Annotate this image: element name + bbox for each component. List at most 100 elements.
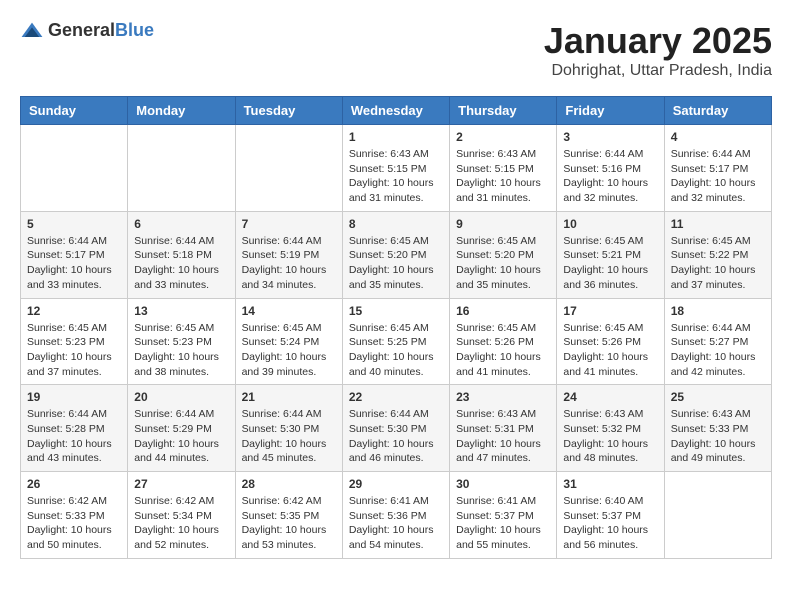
day-number: 27: [134, 477, 228, 491]
calendar-cell: 3 Sunrise: 6:44 AM Sunset: 5:16 PM Daylig…: [557, 125, 664, 212]
day-number: 24: [563, 390, 657, 404]
day-info: Sunrise: 6:45 AM Sunset: 5:25 PM Dayligh…: [349, 321, 443, 380]
calendar-cell: 5 Sunrise: 6:44 AM Sunset: 5:17 PM Daylig…: [21, 211, 128, 298]
day-number: 6: [134, 217, 228, 231]
day-info: Sunrise: 6:43 AM Sunset: 5:15 PM Dayligh…: [456, 147, 550, 206]
calendar-cell: 26 Sunrise: 6:42 AM Sunset: 5:33 PM Dayli…: [21, 472, 128, 559]
calendar-cell: 8 Sunrise: 6:45 AM Sunset: 5:20 PM Daylig…: [342, 211, 449, 298]
calendar-cell: 23 Sunrise: 6:43 AM Sunset: 5:31 PM Dayli…: [450, 385, 557, 472]
calendar-cell: [235, 125, 342, 212]
calendar-week-2: 12 Sunrise: 6:45 AM Sunset: 5:23 PM Dayli…: [21, 298, 772, 385]
calendar-week-1: 5 Sunrise: 6:44 AM Sunset: 5:17 PM Daylig…: [21, 211, 772, 298]
calendar-cell: 17 Sunrise: 6:45 AM Sunset: 5:26 PM Dayli…: [557, 298, 664, 385]
day-number: 16: [456, 304, 550, 318]
calendar-week-3: 19 Sunrise: 6:44 AM Sunset: 5:28 PM Dayli…: [21, 385, 772, 472]
day-info: Sunrise: 6:41 AM Sunset: 5:36 PM Dayligh…: [349, 494, 443, 553]
day-info: Sunrise: 6:44 AM Sunset: 5:28 PM Dayligh…: [27, 407, 121, 466]
calendar-cell: 6 Sunrise: 6:44 AM Sunset: 5:18 PM Daylig…: [128, 211, 235, 298]
day-number: 7: [242, 217, 336, 231]
day-number: 15: [349, 304, 443, 318]
day-number: 13: [134, 304, 228, 318]
logo-text-general: General: [48, 20, 115, 40]
title-block: January 2025 Dohrighat, Uttar Pradesh, I…: [544, 20, 772, 80]
calendar-cell: [21, 125, 128, 212]
day-info: Sunrise: 6:42 AM Sunset: 5:35 PM Dayligh…: [242, 494, 336, 553]
day-number: 4: [671, 130, 765, 144]
header-friday: Friday: [557, 97, 664, 125]
day-info: Sunrise: 6:44 AM Sunset: 5:30 PM Dayligh…: [349, 407, 443, 466]
day-info: Sunrise: 6:40 AM Sunset: 5:37 PM Dayligh…: [563, 494, 657, 553]
page-header: GeneralBlue January 2025 Dohrighat, Utta…: [20, 20, 772, 80]
calendar-cell: 16Sunrise: 6:45 AM Sunset: 5:26 PM Dayli…: [450, 298, 557, 385]
calendar-cell: 24 Sunrise: 6:43 AM Sunset: 5:32 PM Dayli…: [557, 385, 664, 472]
day-info: Sunrise: 6:45 AM Sunset: 5:20 PM Dayligh…: [456, 234, 550, 293]
day-number: 18: [671, 304, 765, 318]
day-number: 17: [563, 304, 657, 318]
day-number: 28: [242, 477, 336, 491]
day-info: Sunrise: 6:45 AM Sunset: 5:23 PM Dayligh…: [27, 321, 121, 380]
calendar-cell: 18 Sunrise: 6:44 AM Sunset: 5:27 PM Dayli…: [664, 298, 771, 385]
calendar-cell: 9Sunrise: 6:45 AM Sunset: 5:20 PM Daylig…: [450, 211, 557, 298]
day-info: Sunrise: 6:42 AM Sunset: 5:33 PM Dayligh…: [27, 494, 121, 553]
day-info: Sunrise: 6:44 AM Sunset: 5:17 PM Dayligh…: [671, 147, 765, 206]
day-info: Sunrise: 6:45 AM Sunset: 5:26 PM Dayligh…: [563, 321, 657, 380]
calendar-cell: 1Sunrise: 6:43 AM Sunset: 5:15 PM Daylig…: [342, 125, 449, 212]
day-info: Sunrise: 6:41 AM Sunset: 5:37 PM Dayligh…: [456, 494, 550, 553]
calendar-header-row: SundayMondayTuesdayWednesdayThursdayFrid…: [21, 97, 772, 125]
day-info: Sunrise: 6:44 AM Sunset: 5:18 PM Dayligh…: [134, 234, 228, 293]
calendar-cell: [128, 125, 235, 212]
calendar-cell: 25Sunrise: 6:43 AM Sunset: 5:33 PM Dayli…: [664, 385, 771, 472]
day-number: 8: [349, 217, 443, 231]
logo-icon: [20, 21, 44, 41]
day-number: 26: [27, 477, 121, 491]
calendar-table: SundayMondayTuesdayWednesdayThursdayFrid…: [20, 96, 772, 559]
calendar-cell: 22Sunrise: 6:44 AM Sunset: 5:30 PM Dayli…: [342, 385, 449, 472]
calendar-cell: 13Sunrise: 6:45 AM Sunset: 5:23 PM Dayli…: [128, 298, 235, 385]
logo: GeneralBlue: [20, 20, 154, 41]
day-number: 3: [563, 130, 657, 144]
day-info: Sunrise: 6:44 AM Sunset: 5:16 PM Dayligh…: [563, 147, 657, 206]
day-info: Sunrise: 6:43 AM Sunset: 5:15 PM Dayligh…: [349, 147, 443, 206]
calendar-cell: 2 Sunrise: 6:43 AM Sunset: 5:15 PM Daylig…: [450, 125, 557, 212]
calendar-week-0: 1Sunrise: 6:43 AM Sunset: 5:15 PM Daylig…: [21, 125, 772, 212]
calendar-cell: 11Sunrise: 6:45 AM Sunset: 5:22 PM Dayli…: [664, 211, 771, 298]
day-number: 2: [456, 130, 550, 144]
calendar-cell: 27 Sunrise: 6:42 AM Sunset: 5:34 PM Dayli…: [128, 472, 235, 559]
day-number: 31: [563, 477, 657, 491]
calendar-week-4: 26 Sunrise: 6:42 AM Sunset: 5:33 PM Dayli…: [21, 472, 772, 559]
calendar-cell: 4 Sunrise: 6:44 AM Sunset: 5:17 PM Daylig…: [664, 125, 771, 212]
day-info: Sunrise: 6:43 AM Sunset: 5:33 PM Dayligh…: [671, 407, 765, 466]
day-info: Sunrise: 6:44 AM Sunset: 5:17 PM Dayligh…: [27, 234, 121, 293]
day-number: 19: [27, 390, 121, 404]
calendar-cell: 30 Sunrise: 6:41 AM Sunset: 5:37 PM Dayli…: [450, 472, 557, 559]
calendar-cell: [664, 472, 771, 559]
day-info: Sunrise: 6:45 AM Sunset: 5:21 PM Dayligh…: [563, 234, 657, 293]
logo-text-blue: Blue: [115, 20, 154, 40]
calendar-cell: 19 Sunrise: 6:44 AM Sunset: 5:28 PM Dayli…: [21, 385, 128, 472]
day-number: 10: [563, 217, 657, 231]
header-wednesday: Wednesday: [342, 97, 449, 125]
day-info: Sunrise: 6:43 AM Sunset: 5:31 PM Dayligh…: [456, 407, 550, 466]
calendar-cell: 20Sunrise: 6:44 AM Sunset: 5:29 PM Dayli…: [128, 385, 235, 472]
day-info: Sunrise: 6:42 AM Sunset: 5:34 PM Dayligh…: [134, 494, 228, 553]
day-info: Sunrise: 6:45 AM Sunset: 5:20 PM Dayligh…: [349, 234, 443, 293]
day-info: Sunrise: 6:44 AM Sunset: 5:29 PM Dayligh…: [134, 407, 228, 466]
day-info: Sunrise: 6:44 AM Sunset: 5:19 PM Dayligh…: [242, 234, 336, 293]
calendar-cell: 7 Sunrise: 6:44 AM Sunset: 5:19 PM Daylig…: [235, 211, 342, 298]
day-info: Sunrise: 6:45 AM Sunset: 5:22 PM Dayligh…: [671, 234, 765, 293]
day-info: Sunrise: 6:45 AM Sunset: 5:24 PM Dayligh…: [242, 321, 336, 380]
month-title: January 2025: [544, 20, 772, 62]
calendar-cell: 14Sunrise: 6:45 AM Sunset: 5:24 PM Dayli…: [235, 298, 342, 385]
location-title: Dohrighat, Uttar Pradesh, India: [544, 62, 772, 80]
day-info: Sunrise: 6:44 AM Sunset: 5:30 PM Dayligh…: [242, 407, 336, 466]
day-info: Sunrise: 6:44 AM Sunset: 5:27 PM Dayligh…: [671, 321, 765, 380]
day-info: Sunrise: 6:43 AM Sunset: 5:32 PM Dayligh…: [563, 407, 657, 466]
day-number: 30: [456, 477, 550, 491]
day-number: 29: [349, 477, 443, 491]
calendar-cell: 10 Sunrise: 6:45 AM Sunset: 5:21 PM Dayli…: [557, 211, 664, 298]
header-saturday: Saturday: [664, 97, 771, 125]
day-number: 5: [27, 217, 121, 231]
day-number: 23: [456, 390, 550, 404]
day-number: 12: [27, 304, 121, 318]
header-sunday: Sunday: [21, 97, 128, 125]
